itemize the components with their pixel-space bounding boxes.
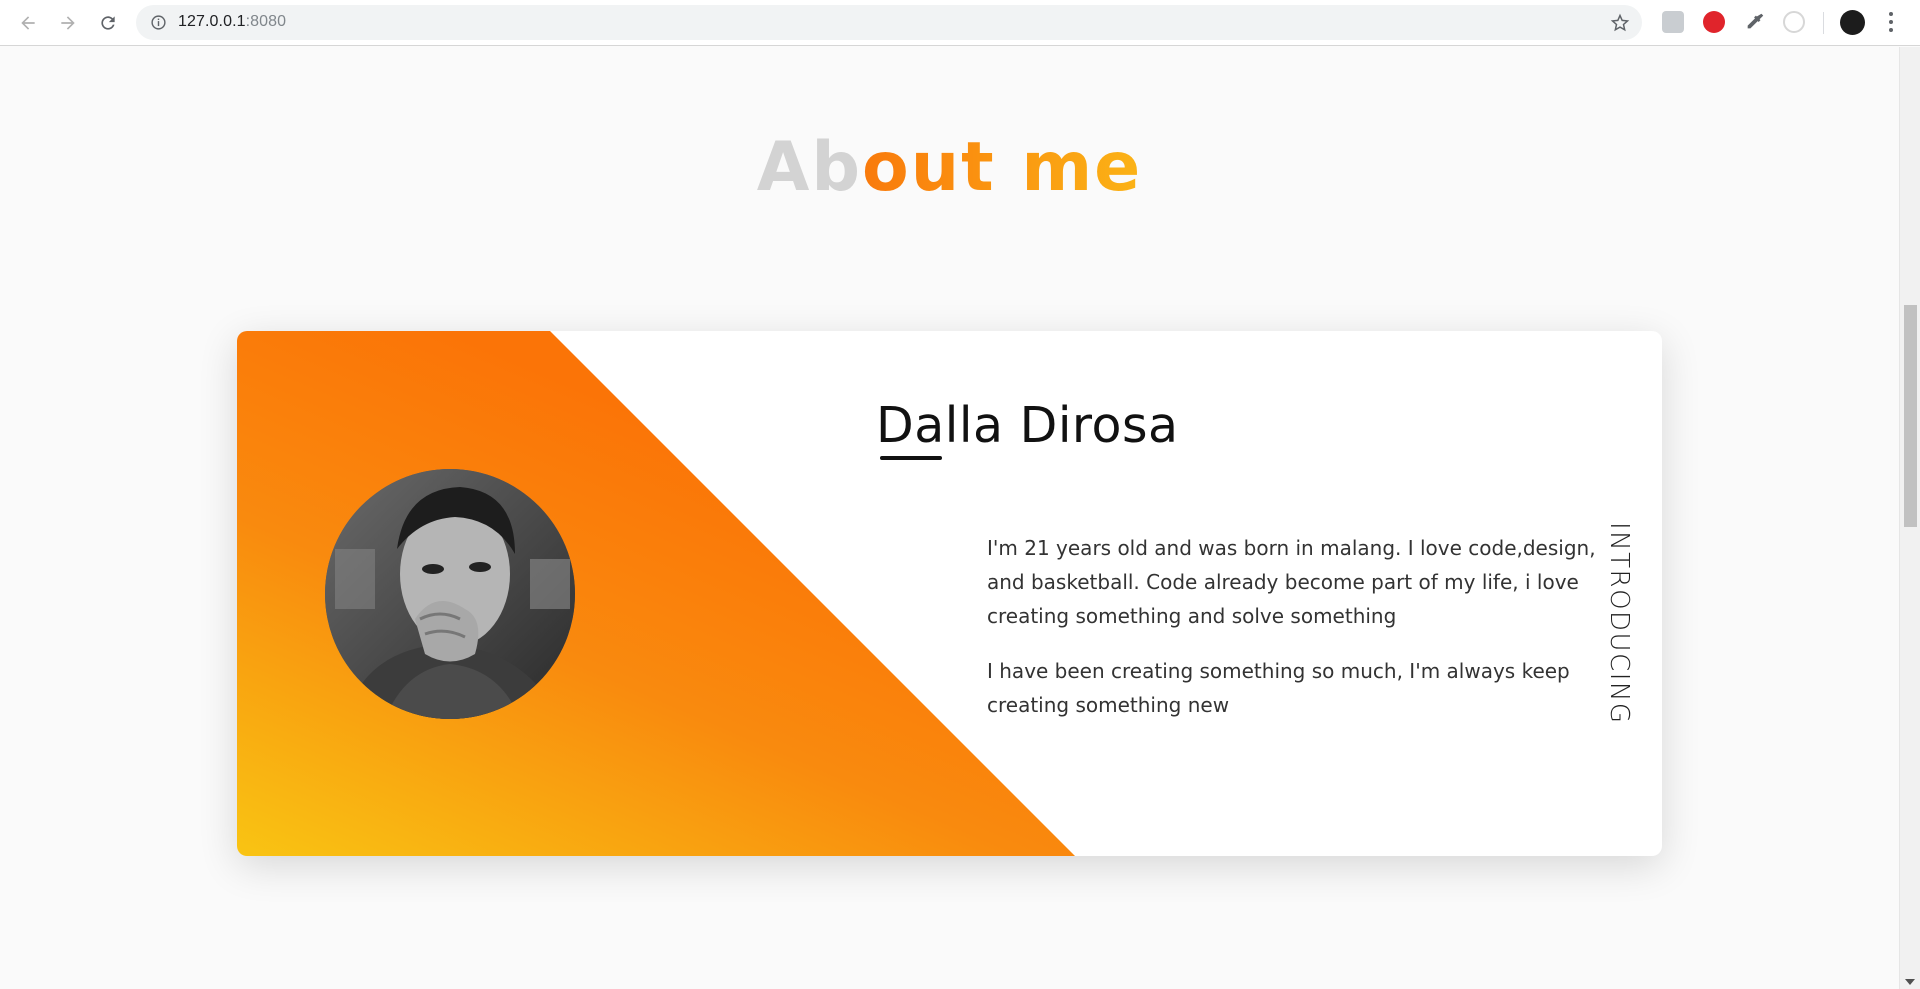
portrait-image	[325, 469, 575, 719]
profile-avatar[interactable]	[1840, 10, 1865, 35]
back-button[interactable]	[14, 9, 42, 37]
info-icon[interactable]	[150, 14, 167, 31]
bio-text: I'm 21 years old and was born in malang.…	[987, 531, 1597, 743]
forward-icon	[61, 16, 75, 30]
side-label: INTRODUCING	[1604, 522, 1634, 725]
reload-icon	[101, 16, 115, 30]
scrollbar-thumb[interactable]	[1904, 305, 1917, 527]
star-icon[interactable]	[1610, 13, 1630, 33]
browser-toolbar: 127.0.0.1:8080	[0, 0, 1920, 46]
section-title-part2: out me	[862, 128, 1143, 207]
profile-photo	[325, 469, 575, 719]
reload-button[interactable]	[94, 9, 122, 37]
section-title: About me	[0, 128, 1899, 207]
person-name: Dalla Dirosa	[876, 397, 1179, 454]
forward-button[interactable]	[54, 9, 82, 37]
extension-icon[interactable]	[1783, 11, 1805, 33]
bio-paragraph: I'm 21 years old and was born in malang.…	[987, 536, 1596, 628]
bio-paragraph: I have been creating something so much, …	[987, 659, 1570, 717]
extension-icon[interactable]	[1662, 11, 1684, 33]
eyedropper-icon[interactable]	[1744, 11, 1766, 33]
menu-icon[interactable]	[1888, 12, 1894, 32]
name-underline	[880, 456, 942, 460]
vertical-scrollbar[interactable]	[1899, 47, 1920, 989]
scroll-down-arrow[interactable]	[1905, 979, 1915, 985]
url-port: :8080	[245, 13, 287, 30]
toolbar-divider	[1823, 12, 1824, 34]
back-icon	[21, 16, 35, 30]
url-text: 127.0.0.1:8080	[178, 13, 286, 31]
section-title-part1: Ab	[756, 128, 863, 207]
extension-icon[interactable]	[1703, 11, 1725, 33]
address-bar[interactable]: 127.0.0.1:8080	[136, 5, 1642, 40]
url-host: 127.0.0.1	[178, 13, 246, 30]
about-card: Dalla Dirosa I'm 21 years old and was bo…	[237, 331, 1662, 856]
